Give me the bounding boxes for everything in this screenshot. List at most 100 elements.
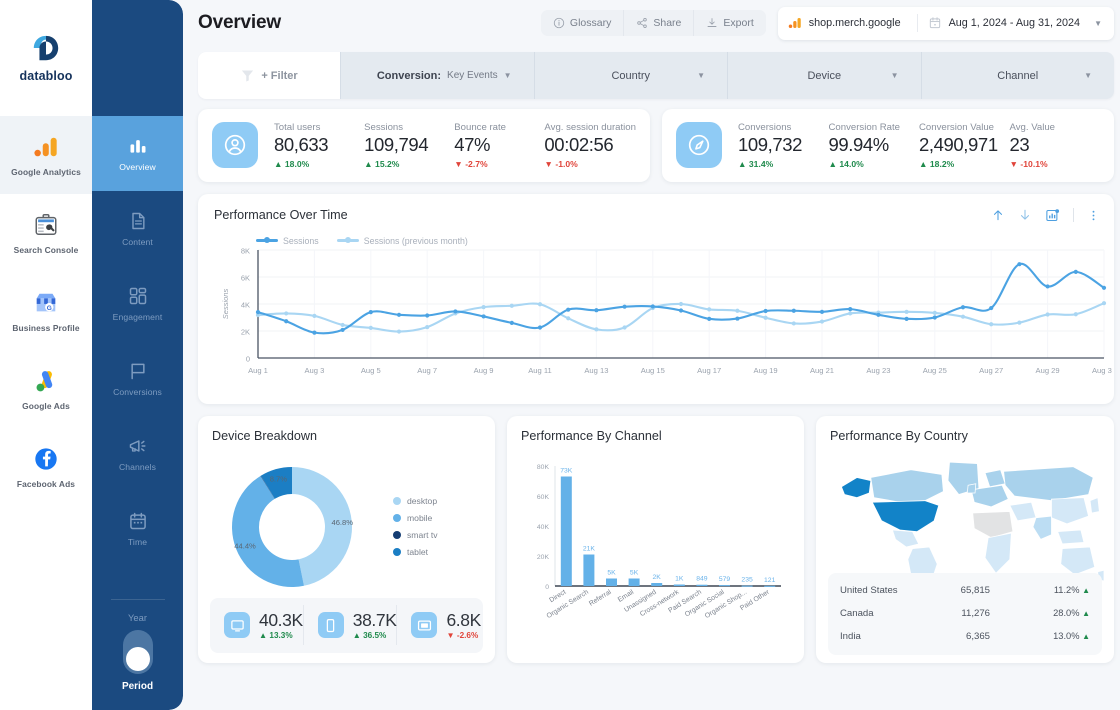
sidebar-item-time[interactable]: Time — [92, 491, 183, 566]
chevron-down-icon[interactable]: ▼ — [1094, 19, 1102, 28]
share-button[interactable]: Share — [624, 10, 695, 36]
date-range-value[interactable]: Aug 1, 2024 - Aug 31, 2024 — [949, 17, 1080, 29]
kpi-label: Bounce rate — [454, 122, 507, 133]
svg-text:Aug 27: Aug 27 — [979, 366, 1003, 375]
country-value: 65,815 — [960, 584, 990, 596]
sidebar-source-label: Business Profile — [12, 322, 80, 333]
donut-area: 46.8% 44.4% 8.7% desktop mobile smart tv — [212, 447, 481, 607]
kpi-label: Total users — [274, 122, 321, 133]
legend-item-tablet[interactable]: tablet — [393, 547, 438, 557]
svg-text:20K: 20K — [537, 554, 550, 561]
device-summary-mobile: 38.7K ▲ 36.5% — [304, 605, 398, 646]
brand-logo: databloo — [0, 0, 92, 116]
kpi-badge — [212, 122, 258, 169]
kpi-value: 80,633 — [274, 134, 329, 155]
legend-item-mobile[interactable]: mobile — [393, 513, 438, 523]
sidebar-item-overview[interactable]: Overview — [92, 116, 183, 191]
google-analytics-icon — [788, 18, 801, 28]
top-bar: Overview Glossary Share Export shop.merc… — [190, 0, 1120, 46]
card-title: Performance Over Time — [214, 207, 348, 222]
google-ads-icon — [36, 370, 53, 391]
svg-text:Aug 11: Aug 11 — [528, 366, 552, 375]
kpi-label: Sessions — [364, 122, 404, 133]
sidebar-source-label: Google Ads — [22, 400, 70, 411]
add-filter-button[interactable]: + Filter — [198, 52, 341, 99]
svg-text:Sessions: Sessions — [221, 288, 230, 319]
filter-country[interactable]: Country ▼ — [535, 52, 728, 99]
nav-rail: Overview Content Engagement Conversions … — [92, 0, 183, 710]
sidebar-item-label: Content — [122, 236, 153, 247]
calendar-icon — [129, 512, 146, 529]
country-value: 11,276 — [961, 607, 990, 619]
table-row[interactable]: Canada 11,276 28.0% ▲ — [840, 602, 1090, 625]
sidebar-source-google-ads[interactable]: Google Ads — [0, 350, 92, 428]
legend-label: desktop — [407, 496, 438, 507]
legend-item-smart-tv[interactable]: smart tv — [393, 530, 438, 540]
sidebar-source-business-profile[interactable]: G Business Profile — [0, 272, 92, 350]
chevron-down-icon[interactable]: ▼ — [891, 71, 899, 80]
kpi-value: 47% — [454, 134, 491, 155]
kpi-delta: ▲ 14.0% — [828, 158, 864, 169]
world-map — [840, 461, 1104, 588]
performance-by-country-card: Performance By Country United States 65,… — [816, 415, 1114, 663]
legend-label: smart tv — [407, 530, 438, 541]
chart-toolbar — [991, 208, 1100, 223]
sidebar-source-search-console[interactable]: Search Console — [0, 194, 92, 272]
arrow-down-icon[interactable] — [1018, 208, 1032, 222]
kpi-metric-list: Conversions 109,732 ▲ 31.4% Conversion R… — [738, 122, 1100, 169]
sidebar-item-engagement[interactable]: Engagement — [92, 266, 183, 341]
kpi-metric: Conversion Rate 99.94% ▲ 14.0% — [829, 122, 920, 169]
donut-legend: desktop mobile smart tv tablet — [393, 496, 438, 557]
device-value: 40.3K — [259, 609, 303, 630]
chevron-down-icon[interactable]: ▼ — [1084, 71, 1092, 80]
sidebar-source-label: Facebook Ads — [16, 478, 76, 489]
table-row[interactable]: India 6,365 13.0% ▲ — [840, 625, 1090, 648]
device-summary-tablet: 6.8K ▼ -2.6% — [397, 605, 483, 645]
brand-name: databloo — [19, 69, 73, 83]
country-change: 11.2% ▲ — [1053, 585, 1090, 596]
info-icon — [553, 17, 565, 29]
kpi-value: 2,490,971 — [919, 134, 998, 155]
sidebar-item-conversions[interactable]: Conversions — [92, 341, 183, 416]
kpi-delta: ▲ 15.2% — [364, 158, 400, 169]
toggle-year-label: Year — [128, 612, 147, 623]
more-vertical-icon[interactable] — [1087, 209, 1100, 222]
sidebar-item-label: Channels — [118, 461, 157, 472]
chevron-down-icon[interactable]: ▼ — [504, 71, 512, 80]
sidebar-item-channels[interactable]: Channels — [92, 416, 183, 491]
sidebar-source-label: Google Analytics — [11, 166, 81, 177]
svg-text:Aug 19: Aug 19 — [754, 366, 778, 375]
share-icon — [637, 18, 648, 28]
card-title: Performance By Channel — [521, 428, 662, 443]
grid-icon — [129, 287, 146, 304]
kpi-metric: Conversions 109,732 ▲ 31.4% — [738, 122, 829, 169]
table-row[interactable]: United States 65,815 11.2% ▲ — [840, 579, 1090, 602]
glossary-button[interactable]: Glossary — [540, 10, 625, 36]
kpi-label: Avg. Value — [1009, 122, 1056, 133]
svg-text:579: 579 — [719, 576, 731, 583]
svg-text:Aug 15: Aug 15 — [641, 366, 665, 375]
year-period-toggle[interactable] — [122, 630, 153, 674]
sidebar-source-google-analytics[interactable]: Google Analytics — [0, 116, 92, 194]
filter-device[interactable]: Device ▼ — [728, 52, 922, 99]
desktop-icon — [224, 612, 250, 639]
kpi-value: 109,732 — [738, 134, 803, 155]
svg-text:Aug 23: Aug 23 — [866, 366, 890, 375]
kpi-label: Avg. session duration — [544, 122, 636, 133]
kpi-metric-list: Total users 80,633 ▲ 18.0% Sessions 109,… — [274, 122, 636, 169]
arrow-up-icon[interactable] — [991, 208, 1005, 222]
legend-item-desktop[interactable]: desktop — [393, 496, 438, 506]
export-label: Export — [723, 17, 754, 29]
svg-text:0: 0 — [246, 354, 250, 363]
export-button[interactable]: Export — [694, 10, 766, 36]
sidebar-item-content[interactable]: Content — [92, 191, 183, 266]
filter-conversion[interactable]: Conversion: Key Events ▼ — [341, 52, 535, 99]
page-title: Overview — [198, 12, 281, 33]
chevron-down-icon[interactable]: ▼ — [697, 71, 705, 80]
device-summary-desktop: 40.3K ▲ 13.3% — [210, 605, 304, 646]
filter-channel[interactable]: Channel ▼ — [922, 52, 1115, 99]
sidebar-item-label: Overview — [119, 161, 156, 172]
chart-export-icon[interactable] — [1045, 208, 1060, 223]
sidebar-source-facebook-ads[interactable]: Facebook Ads — [0, 428, 92, 506]
property-name[interactable]: shop.merch.google — [809, 17, 901, 29]
